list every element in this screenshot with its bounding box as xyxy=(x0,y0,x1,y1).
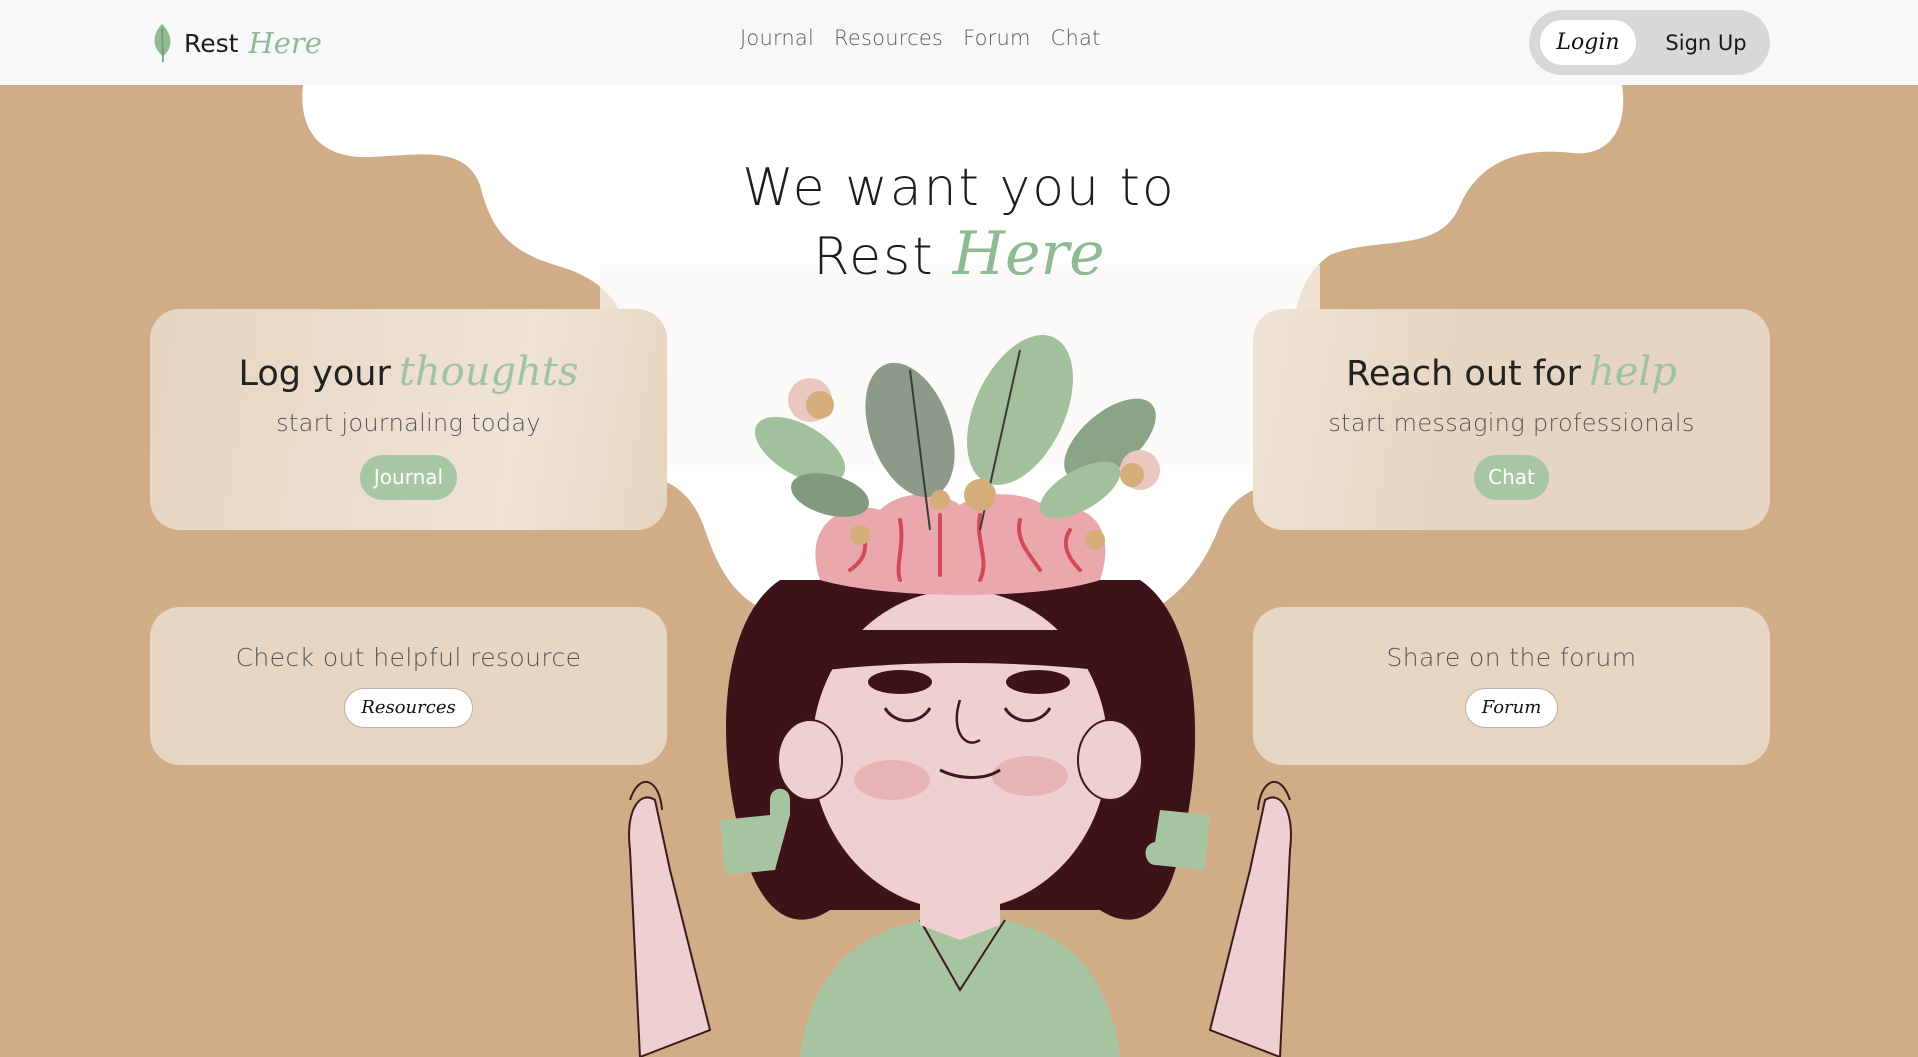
brand-logo[interactable]: Rest Here xyxy=(150,22,322,64)
hero-line-1: We want you to xyxy=(742,158,1176,218)
left-hand xyxy=(628,780,712,1057)
nav-link-forum[interactable]: Forum xyxy=(963,26,1031,50)
chat-card: Reach out for help start messaging profes… xyxy=(1253,309,1770,530)
journal-card-title-plain: Log your xyxy=(238,354,391,394)
hero-rest-word: Rest xyxy=(813,227,935,287)
hero-heading: We want you to Rest Here xyxy=(559,155,1359,302)
forum-card-title: Share on the forum xyxy=(1386,643,1637,672)
chat-button[interactable]: Chat xyxy=(1474,455,1549,500)
nav-link-resources[interactable]: Resources xyxy=(834,26,943,50)
hero-here-word: Here xyxy=(952,219,1105,289)
journal-card-title-accent: thoughts xyxy=(398,349,579,395)
auth-toggle-group: Login Sign Up xyxy=(1529,10,1770,75)
resources-card-title: Check out helpful resource xyxy=(235,643,582,672)
resources-button[interactable]: Resources xyxy=(344,688,473,728)
forum-button[interactable]: Forum xyxy=(1464,688,1559,728)
chat-card-subtitle: start messaging professionals xyxy=(1328,409,1695,437)
nav-link-journal[interactable]: Journal xyxy=(740,26,814,50)
journal-card-title: Log your thoughts xyxy=(150,347,667,405)
chat-card-title-accent: help xyxy=(1589,349,1677,395)
nav-links: Journal Resources Forum Chat xyxy=(740,26,1101,50)
hero-line-2: Rest Here xyxy=(559,221,1359,302)
leaf-icon xyxy=(754,335,1156,531)
leaf-icon xyxy=(154,24,171,63)
forum-card: Share on the forum Forum xyxy=(1253,607,1770,765)
resources-card: Check out helpful resource Resources xyxy=(150,607,667,765)
journal-button[interactable]: Journal xyxy=(359,455,458,500)
right-hand xyxy=(1208,780,1292,1057)
brand-name-rest: Rest xyxy=(184,28,239,58)
nav-link-chat[interactable]: Chat xyxy=(1051,26,1101,50)
brand-name-here: Here xyxy=(248,26,322,60)
journal-card-subtitle: start journaling today xyxy=(276,409,541,437)
chat-card-title-plain: Reach out for xyxy=(1346,354,1581,394)
chat-card-title: Reach out for help xyxy=(1253,347,1770,405)
top-navbar: Rest Here Journal Resources Forum Chat L… xyxy=(0,0,1918,85)
mindful-girl-illustration xyxy=(628,335,1292,1057)
signup-button[interactable]: Sign Up xyxy=(1656,20,1756,65)
login-button[interactable]: Login xyxy=(1540,20,1636,65)
journal-card: Log your thoughts start journaling today … xyxy=(150,309,667,530)
